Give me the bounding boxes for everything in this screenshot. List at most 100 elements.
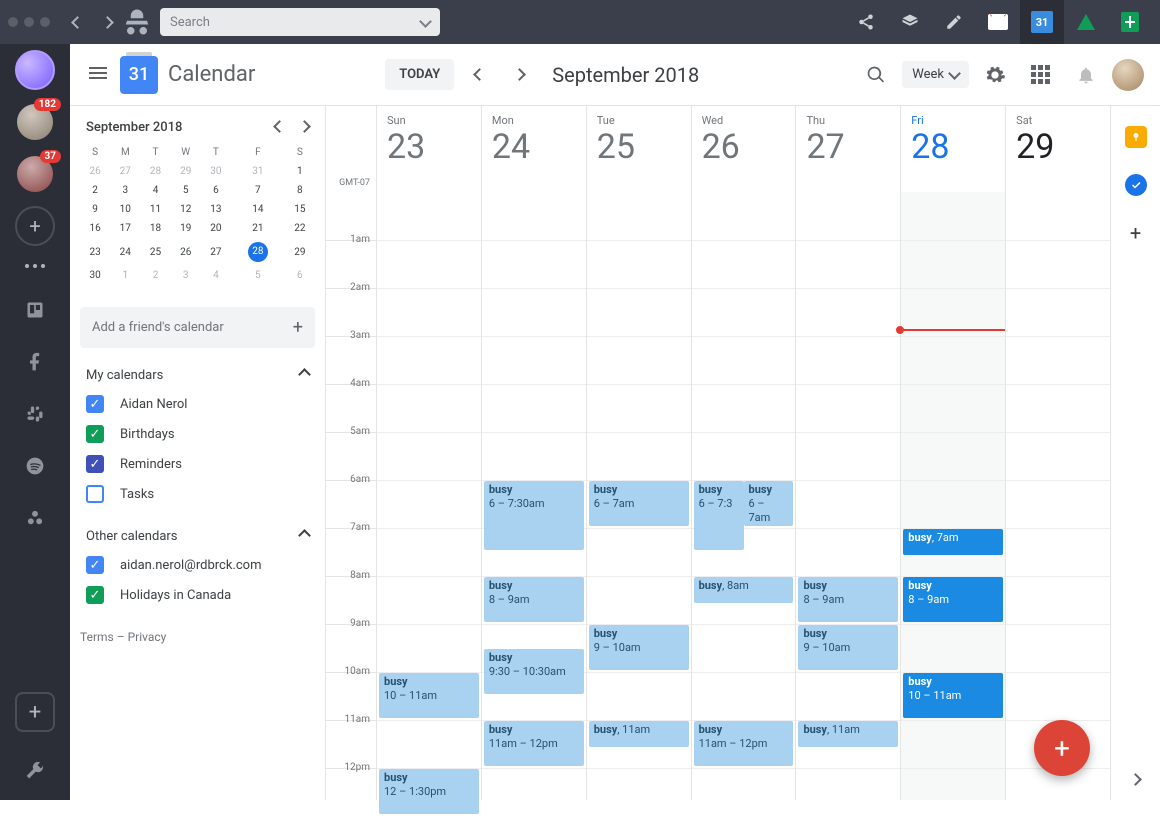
checkbox-icon[interactable]: ✓: [86, 455, 104, 473]
mini-day[interactable]: 30: [80, 266, 110, 285]
gsheets-icon[interactable]: [1108, 0, 1152, 44]
expand-panel-icon[interactable]: [1131, 769, 1140, 788]
mini-day[interactable]: 26: [171, 238, 201, 266]
mini-day[interactable]: 28: [140, 162, 170, 181]
keep-icon[interactable]: [1125, 126, 1147, 148]
calendar-item[interactable]: ✓Reminders: [80, 449, 315, 479]
window-controls[interactable]: [8, 17, 50, 27]
calendar-item[interactable]: ✓Birthdays: [80, 419, 315, 449]
mini-day[interactable]: 31: [231, 162, 285, 181]
mini-day[interactable]: 26: [80, 162, 110, 181]
prev-period-button[interactable]: [464, 60, 494, 90]
day-column[interactable]: busy8 – 9ambusy9 – 10am busy, 11am: [795, 192, 900, 800]
event[interactable]: busy, 7am: [903, 529, 1003, 555]
mini-day[interactable]: 27: [201, 238, 231, 266]
mini-day[interactable]: 8: [285, 181, 315, 200]
day-column[interactable]: busy6 – 7:3busy6 – 7ambusy, 8ambusy11am …: [691, 192, 796, 800]
settings-wrench-icon[interactable]: [15, 750, 55, 790]
mini-day[interactable]: 16: [80, 219, 110, 238]
mini-day[interactable]: 28: [231, 238, 285, 266]
day-header[interactable]: Sun23: [376, 106, 481, 192]
event[interactable]: busy6 – 7:3: [694, 481, 744, 550]
checkbox-icon[interactable]: ✓: [86, 556, 104, 574]
add-panel-icon[interactable]: +: [1125, 222, 1147, 244]
edit-icon[interactable]: [932, 0, 976, 44]
mini-day[interactable]: 5: [231, 266, 285, 285]
asana-icon[interactable]: [15, 498, 55, 538]
tasks-icon[interactable]: [1125, 174, 1147, 196]
mini-day[interactable]: 27: [110, 162, 140, 181]
workspace-avatar-1[interactable]: [15, 50, 55, 90]
day-column[interactable]: busy6 – 7ambusy9 – 10ambusy, 11am: [586, 192, 691, 800]
event[interactable]: busy8 – 9am: [798, 577, 898, 622]
mini-day[interactable]: 18: [140, 219, 170, 238]
mini-day[interactable]: 30: [201, 162, 231, 181]
mini-day[interactable]: 4: [140, 181, 170, 200]
mini-day[interactable]: 29: [285, 238, 315, 266]
event[interactable]: busy11am – 12pm: [484, 721, 584, 766]
day-header[interactable]: Tue25: [586, 106, 691, 192]
event[interactable]: busy9 – 10am: [798, 625, 898, 670]
nav-back-button[interactable]: [62, 7, 92, 37]
event[interactable]: busy6 – 7am: [744, 481, 794, 526]
event[interactable]: busy9:30 – 10:30am: [484, 649, 584, 694]
checkbox-icon[interactable]: ✓: [86, 425, 104, 443]
terms-link[interactable]: Terms: [80, 630, 114, 644]
slack-icon[interactable]: [15, 394, 55, 434]
incognito-icon[interactable]: [122, 7, 152, 37]
privacy-link[interactable]: Privacy: [128, 630, 167, 644]
event[interactable]: busy6 – 7:30am: [484, 481, 584, 550]
mini-day[interactable]: 10: [110, 200, 140, 219]
mini-day[interactable]: 14: [231, 200, 285, 219]
other-calendars-toggle[interactable]: Other calendars: [80, 523, 315, 550]
mini-day[interactable]: 12: [171, 200, 201, 219]
facebook-icon[interactable]: [15, 342, 55, 382]
profile-avatar[interactable]: [1112, 59, 1144, 91]
gear-icon[interactable]: [977, 57, 1013, 93]
mini-day[interactable]: 11: [140, 200, 170, 219]
mini-day[interactable]: 2: [140, 266, 170, 285]
gcal-icon[interactable]: 31: [1020, 0, 1064, 44]
mini-day[interactable]: 24: [110, 238, 140, 266]
trello-icon[interactable]: [15, 290, 55, 330]
checkbox-icon[interactable]: ✓: [86, 395, 104, 413]
notifications-icon[interactable]: [1068, 57, 1104, 93]
share-icon[interactable]: [844, 0, 888, 44]
add-app-button[interactable]: +: [15, 692, 55, 732]
layers-icon[interactable]: [888, 0, 932, 44]
event[interactable]: busy12 – 1:30pm: [379, 769, 479, 814]
event[interactable]: busy, 11am: [798, 721, 898, 747]
day-header[interactable]: Wed26: [691, 106, 796, 192]
mini-day[interactable]: 20: [201, 219, 231, 238]
calendar-item[interactable]: ✓Holidays in Canada: [80, 580, 315, 610]
day-header[interactable]: Sat29: [1005, 106, 1110, 192]
mini-day[interactable]: 23: [80, 238, 110, 266]
event[interactable]: busy, 8am: [694, 577, 794, 603]
gmail-icon[interactable]: [976, 0, 1020, 44]
search-input[interactable]: Search: [160, 8, 440, 36]
event[interactable]: busy8 – 9am: [903, 577, 1003, 622]
search-dropdown-icon[interactable]: [421, 15, 430, 30]
event[interactable]: busy10 – 11am: [379, 673, 479, 718]
day-column[interactable]: [1005, 192, 1110, 800]
day-header[interactable]: Fri28: [900, 106, 1005, 192]
mini-day[interactable]: 29: [171, 162, 201, 181]
mini-calendar[interactable]: SMTWTFS 26272829303112345678910111213141…: [80, 143, 315, 285]
mini-day[interactable]: 13: [201, 200, 231, 219]
mini-day[interactable]: 9: [80, 200, 110, 219]
view-selector[interactable]: Week: [902, 61, 969, 88]
event[interactable]: busy8 – 9am: [484, 577, 584, 622]
workspace-avatar-3[interactable]: 37: [15, 154, 55, 194]
event[interactable]: busy, 11am: [589, 721, 689, 747]
mini-day[interactable]: 25: [140, 238, 170, 266]
mini-day[interactable]: 5: [171, 181, 201, 200]
mini-day[interactable]: 1: [110, 266, 140, 285]
mini-prev-button[interactable]: [275, 120, 284, 135]
calendar-item[interactable]: ✓aidan.nerol@rdbrck.com: [80, 550, 315, 580]
mini-day[interactable]: 4: [201, 266, 231, 285]
gdrive-icon[interactable]: [1064, 0, 1108, 44]
day-header[interactable]: Thu27: [795, 106, 900, 192]
add-workspace-button[interactable]: +: [15, 206, 55, 246]
spotify-icon[interactable]: [15, 446, 55, 486]
day-column[interactable]: busy, 7ambusy8 – 9ambusy10 – 11am: [900, 192, 1005, 800]
